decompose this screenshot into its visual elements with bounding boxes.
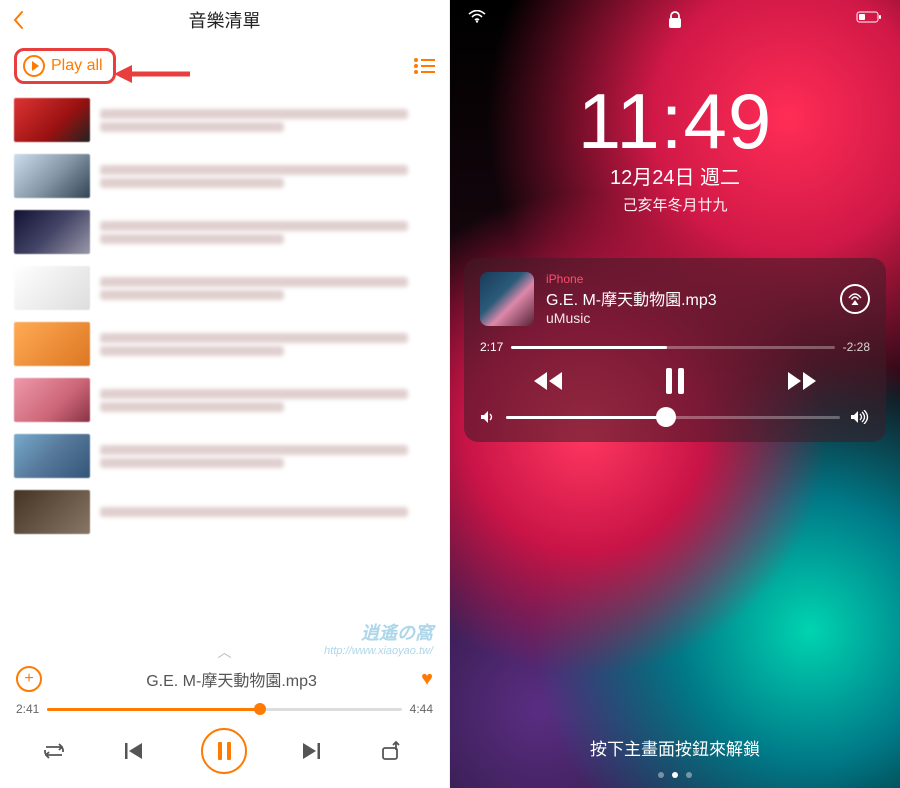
elapsed-time: 2:41: [16, 702, 39, 716]
track-list: [0, 92, 449, 634]
media-pause-button[interactable]: [666, 368, 684, 394]
lock-icon: [667, 10, 683, 30]
track-title-blurred: [100, 106, 435, 135]
unlock-hint: 按下主畫面按鈕來解鎖: [450, 735, 900, 760]
track-row[interactable]: [0, 484, 449, 540]
repeat-button[interactable]: [42, 741, 70, 761]
track-row[interactable]: [0, 148, 449, 204]
media-track-title: G.E. M-摩天動物園.mp3: [546, 286, 828, 310]
media-source: iPhone: [546, 272, 828, 286]
music-app-screen: 音樂清單 Play all: [0, 0, 450, 788]
volume-knob[interactable]: [656, 407, 676, 427]
back-button[interactable]: [12, 10, 24, 30]
track-thumbnail: [14, 154, 90, 198]
play-icon: [23, 55, 45, 77]
track-row[interactable]: [0, 92, 449, 148]
seek-slider[interactable]: [47, 708, 401, 711]
play-all-label: Play all: [51, 57, 103, 75]
track-thumbnail: [14, 98, 90, 142]
seek-fill: [47, 708, 260, 711]
header: 音樂清單: [0, 0, 449, 40]
next-button[interactable]: [299, 740, 327, 762]
favorite-button[interactable]: ♥: [421, 668, 433, 691]
track-row[interactable]: [0, 428, 449, 484]
wifi-icon: [468, 10, 486, 23]
track-thumbnail: [14, 434, 90, 478]
track-title-blurred: [100, 218, 435, 247]
track-title-blurred: [100, 330, 435, 359]
battery-icon: [856, 11, 882, 23]
share-button[interactable]: [379, 740, 407, 762]
media-remaining: -2:28: [843, 340, 870, 354]
track-row[interactable]: [0, 372, 449, 428]
track-thumbnail: [14, 266, 90, 310]
watermark: 逍遙の窩 http://www.xiaoyao.tw/: [324, 623, 433, 658]
track-thumbnail: [14, 378, 90, 422]
page-indicator: [658, 772, 692, 778]
media-app-name: uMusic: [546, 310, 828, 326]
annotation-arrow-icon: [112, 62, 192, 86]
clock-block: 11:49 12月24日 週二 己亥年冬月廿九: [450, 76, 900, 215]
volume-high-icon: [850, 410, 870, 424]
media-widget: iPhone G.E. M-摩天動物園.mp3 uMusic 2:17 -2:2…: [464, 258, 886, 442]
now-playing-title: G.E. M-摩天動物園.mp3: [52, 667, 411, 691]
pause-icon: [218, 742, 231, 760]
media-previous-button[interactable]: [531, 369, 565, 393]
media-seek-slider[interactable]: [511, 346, 834, 349]
seek-knob[interactable]: [254, 703, 266, 715]
track-title-blurred: [100, 162, 435, 191]
previous-button[interactable]: [122, 740, 150, 762]
album-art: [480, 272, 534, 326]
play-all-button[interactable]: Play all: [14, 48, 116, 84]
clock-date: 12月24日 週二: [450, 161, 900, 190]
list-menu-button[interactable]: [413, 57, 435, 75]
media-elapsed: 2:17: [480, 340, 503, 354]
lock-screen: 11:49 12月24日 週二 己亥年冬月廿九 iPhone G.E. M-摩天…: [450, 0, 900, 788]
media-seek-fill: [511, 346, 666, 349]
total-time: 4:44: [410, 702, 433, 716]
track-thumbnail: [14, 322, 90, 366]
media-next-button[interactable]: [785, 369, 819, 393]
page-title: 音樂清單: [189, 7, 261, 33]
add-button[interactable]: +: [16, 666, 42, 692]
track-row[interactable]: [0, 204, 449, 260]
volume-low-icon: [480, 410, 496, 424]
airplay-button[interactable]: [840, 284, 870, 314]
volume-fill: [506, 416, 666, 419]
track-thumbnail: [14, 210, 90, 254]
volume-slider[interactable]: [506, 416, 840, 419]
track-row[interactable]: [0, 316, 449, 372]
clock-lunar: 己亥年冬月廿九: [450, 194, 900, 215]
track-title-blurred: [100, 504, 435, 520]
pause-button[interactable]: [201, 728, 247, 774]
clock-time: 11:49: [450, 76, 900, 167]
track-title-blurred: [100, 386, 435, 415]
track-title-blurred: [100, 274, 435, 303]
playall-row: Play all: [0, 40, 449, 92]
track-title-blurred: [100, 442, 435, 471]
track-thumbnail: [14, 490, 90, 534]
track-row[interactable]: [0, 260, 449, 316]
